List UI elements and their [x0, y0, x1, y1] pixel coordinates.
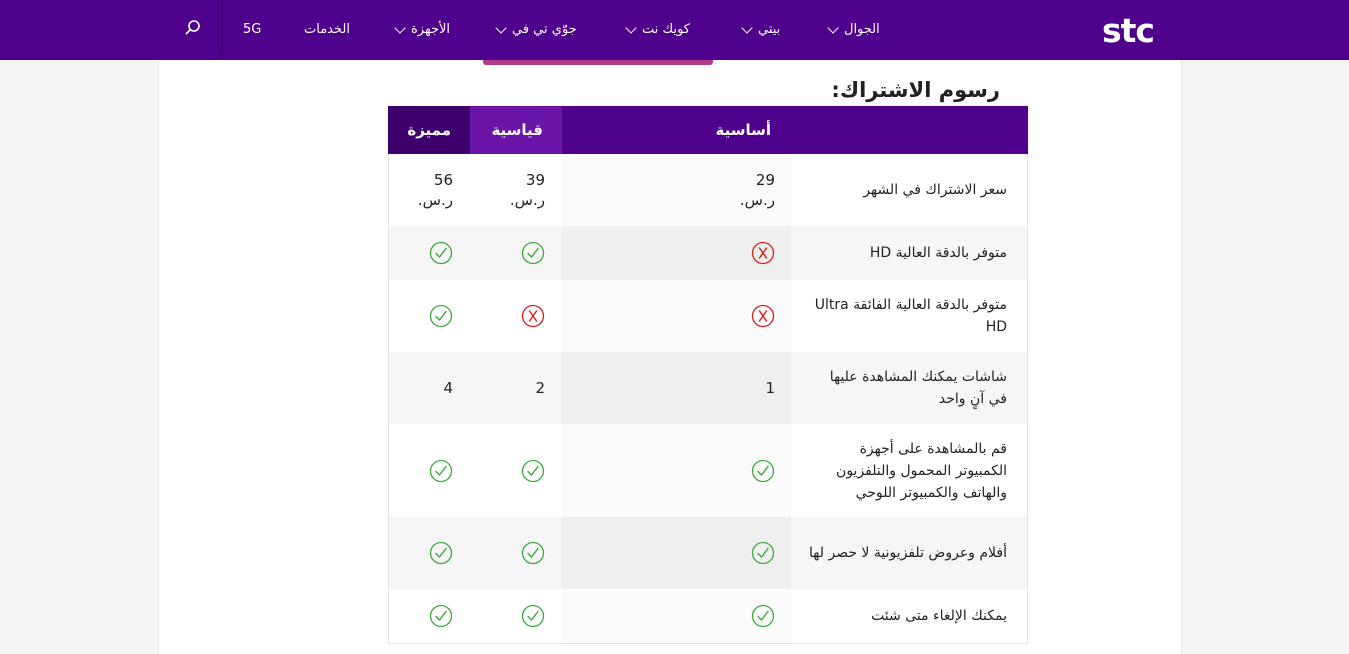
row-value: 1	[765, 379, 775, 397]
nav-item-jawwy-tv[interactable]: جوّي تي في	[495, 19, 577, 41]
header-standard: قياسية	[470, 106, 562, 154]
header-basic: أساسية	[715, 121, 772, 139]
cell-standard	[470, 280, 562, 352]
section-title: رسوم الاشتراك:	[831, 78, 1000, 102]
search-icon[interactable]	[183, 18, 203, 38]
nav-item-devices[interactable]: الأجهزة	[394, 19, 451, 41]
cross-icon	[521, 304, 545, 328]
chevron-down-icon	[827, 22, 839, 34]
cell-standard	[470, 424, 562, 517]
chevron-down-icon	[741, 22, 753, 34]
nav-item-label: الأجهزة	[411, 22, 451, 37]
nav-item-label: جوّي تي في	[512, 22, 577, 37]
table-row: متوفر بالدقة العالية الفائقة Ultra HD	[389, 280, 1027, 352]
nav-divider	[222, 0, 223, 60]
check-icon	[429, 304, 453, 328]
cell-label: يمكنك الإلغاء متى شئت	[791, 589, 1027, 643]
cell-basic	[562, 589, 791, 643]
table-row: سعر الاشتراك في الشهر 29 ر.س. 39 ر.س. 56 ر.…	[389, 154, 1027, 226]
row-value: 4	[443, 379, 453, 397]
pricing-table-header: مميزة قياسية أساسية	[388, 106, 1028, 154]
nav-item-5g[interactable]: 5G	[243, 19, 261, 41]
cell-basic	[562, 517, 791, 589]
cell-premium	[389, 517, 470, 589]
chevron-down-icon	[625, 22, 637, 34]
top-navigation-bar: stc الجوال بيتي كويك نت جوّي تي في الأجه…	[0, 0, 1349, 60]
row-value: 2	[535, 379, 545, 397]
nav-item-label: كويك نت	[642, 22, 690, 37]
check-icon	[429, 604, 453, 628]
table-row: شاشات يمكنك المشاهدة عليها في آنٍ واحد 1 2…	[389, 352, 1027, 424]
cell-basic	[562, 424, 791, 517]
stc-logo[interactable]: stc	[1102, 14, 1168, 48]
table-row: يمكنك الإلغاء متى شئت	[389, 589, 1027, 643]
check-icon	[429, 459, 453, 482]
cell-basic	[562, 280, 791, 352]
check-icon	[521, 604, 545, 628]
header-premium: مميزة	[388, 106, 470, 154]
cell-premium: 4	[389, 352, 470, 424]
nav-item-label: 5G	[243, 22, 262, 37]
cell-basic: 1	[562, 352, 791, 424]
cell-standard	[470, 589, 562, 643]
row-label: متوفر بالدقة العالية الفائقة Ultra HD	[814, 297, 1007, 335]
table-row: قم بالمشاهدة على أجهزة الكمبيوتر المحمول…	[389, 424, 1027, 517]
table-row: متوفر بالدقة العالية HD	[389, 226, 1027, 280]
nav-item-label: الجوال	[844, 22, 880, 37]
cell-standard	[470, 226, 562, 280]
row-label: أفلام وعروض تلفزيونية لا حصر لها	[809, 545, 1007, 561]
chevron-down-icon	[495, 22, 507, 34]
cell-premium: 56 ر.س.	[389, 154, 470, 226]
cell-basic	[562, 226, 791, 280]
check-icon	[429, 241, 453, 265]
check-icon	[521, 241, 545, 265]
check-icon	[751, 459, 775, 482]
row-label: قم بالمشاهدة على أجهزة الكمبيوتر المحمول…	[836, 440, 1007, 501]
row-label: متوفر بالدقة العالية HD	[869, 245, 1007, 261]
cross-icon	[751, 304, 775, 328]
cell-basic: 29 ر.س.	[562, 154, 791, 226]
nav-item-home[interactable]: بيتي	[741, 19, 781, 41]
nav-item-mobile[interactable]: الجوال	[827, 19, 880, 41]
cell-premium	[389, 226, 470, 280]
nav-item-services[interactable]: الخدمات	[304, 19, 350, 41]
cell-label: متوفر بالدقة العالية HD	[791, 226, 1027, 280]
cell-standard	[470, 517, 562, 589]
chevron-down-icon	[394, 22, 406, 34]
cell-standard: 39 ر.س.	[470, 154, 562, 226]
nav-item-label: بيتي	[758, 22, 781, 37]
check-icon	[751, 541, 775, 565]
accent-tab-indicator	[483, 60, 713, 65]
table-row: أفلام وعروض تلفزيونية لا حصر لها	[389, 517, 1027, 589]
cross-icon	[751, 241, 775, 265]
row-value: 39 ر.س.	[509, 171, 545, 209]
check-icon	[751, 604, 775, 628]
check-icon	[429, 541, 453, 565]
cell-premium	[389, 589, 470, 643]
check-icon	[521, 541, 545, 565]
check-icon	[521, 459, 545, 482]
cell-label: سعر الاشتراك في الشهر	[791, 154, 1027, 226]
row-label: سعر الاشتراك في الشهر	[863, 182, 1007, 198]
cell-premium	[389, 280, 470, 352]
row-value: 56 ر.س.	[417, 171, 453, 209]
row-label: شاشات يمكنك المشاهدة عليها في آنٍ واحد	[829, 369, 1007, 407]
nav-item-quicknet[interactable]: كويك نت	[625, 19, 690, 41]
cell-label: أفلام وعروض تلفزيونية لا حصر لها	[791, 517, 1027, 589]
cell-label: شاشات يمكنك المشاهدة عليها في آنٍ واحد	[791, 352, 1027, 424]
row-value: 29 ر.س.	[739, 171, 775, 209]
cell-premium	[389, 424, 470, 517]
cell-label: متوفر بالدقة العالية الفائقة Ultra HD	[791, 280, 1027, 352]
row-label: يمكنك الإلغاء متى شئت	[871, 608, 1007, 624]
nav-item-label: الخدمات	[304, 22, 350, 37]
cell-standard: 2	[470, 352, 562, 424]
cell-label: قم بالمشاهدة على أجهزة الكمبيوتر المحمول…	[791, 424, 1027, 517]
